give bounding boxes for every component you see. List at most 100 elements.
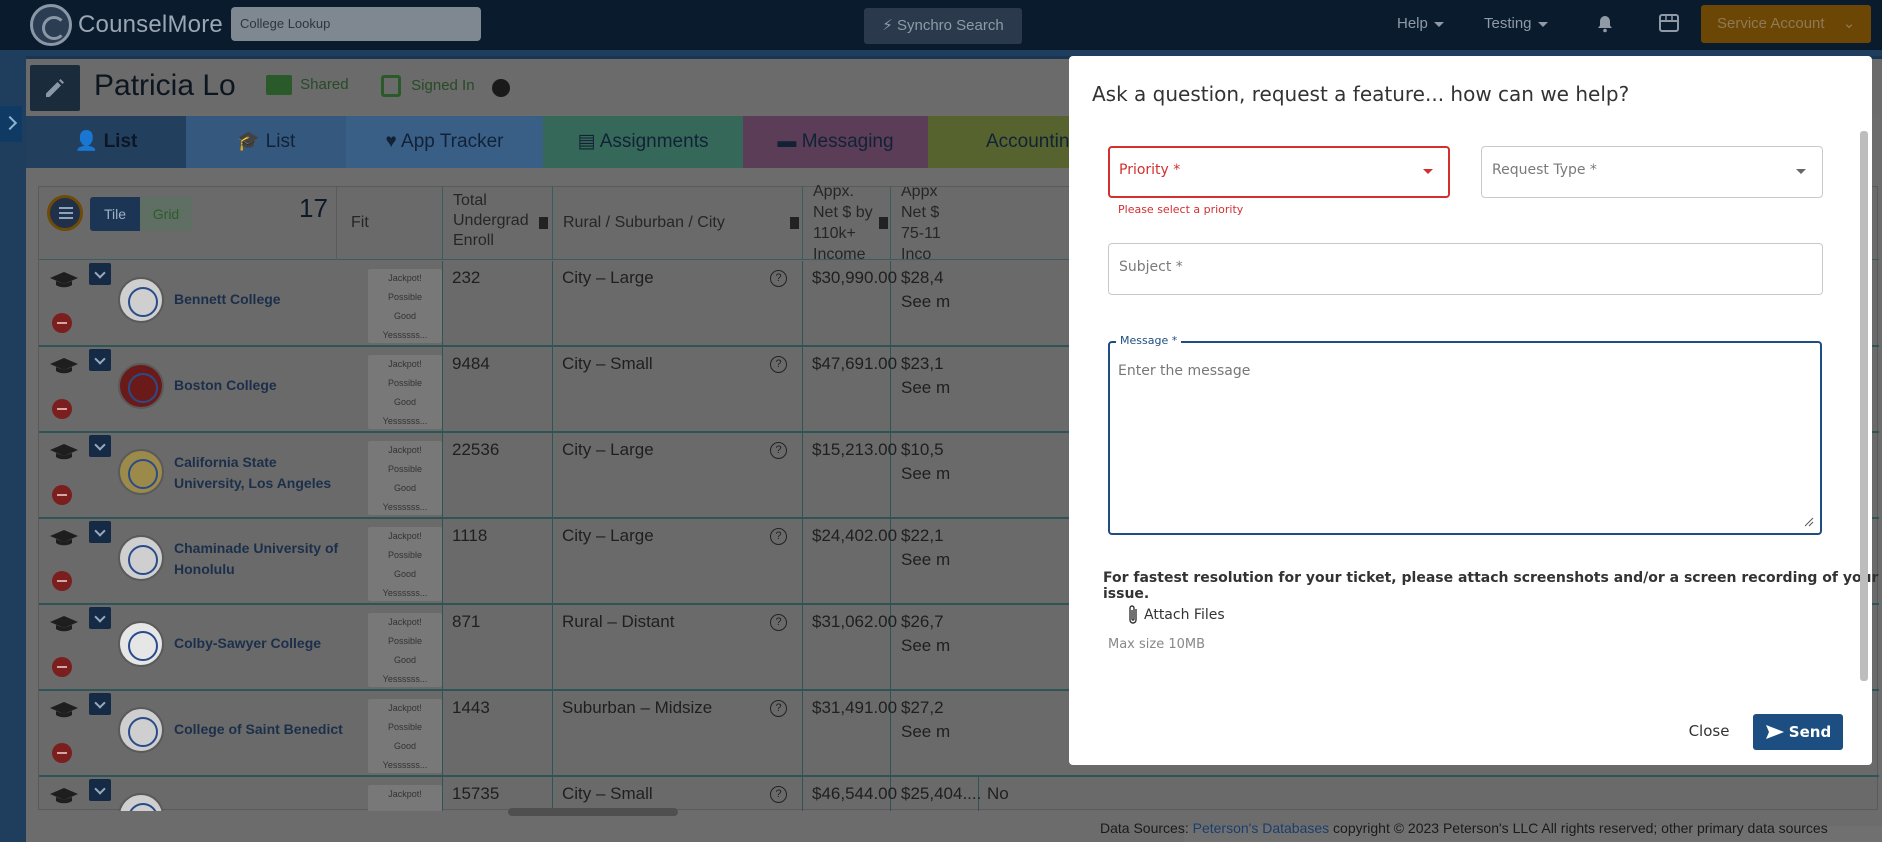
- menu-icon[interactable]: [47, 195, 83, 231]
- resize-handle-icon[interactable]: [1804, 517, 1814, 527]
- table-row[interactable]: Jackpot! 15735 City – Small ? $46,544.00…: [39, 777, 1879, 811]
- tab-list-primary[interactable]: 👤 List: [26, 116, 186, 168]
- college-name[interactable]: Colby-Sawyer College: [174, 633, 344, 654]
- fit-option: Yessssss...: [382, 502, 428, 512]
- service-account-button[interactable]: Service Account ⌄: [1701, 5, 1871, 43]
- expand-row-button[interactable]: [89, 521, 111, 543]
- grid-view-toggle[interactable]: Grid: [140, 197, 192, 231]
- folder-user-icon: [266, 75, 292, 95]
- pencil-icon: [46, 79, 64, 97]
- fit-selector[interactable]: Jackpot! Possible Good Yessssss...: [368, 269, 442, 343]
- fit-option: Jackpot!: [388, 359, 422, 369]
- college-lookup-input[interactable]: College Lookup: [231, 7, 481, 41]
- question-icon[interactable]: ?: [770, 270, 787, 287]
- graduation-cap-icon[interactable]: [49, 701, 79, 719]
- remove-college-button[interactable]: [52, 743, 72, 763]
- testing-menu[interactable]: Testing: [1484, 0, 1548, 50]
- horizontal-scrollbar[interactable]: [508, 808, 678, 816]
- question-icon[interactable]: ?: [770, 442, 787, 459]
- fit-option: Good: [393, 311, 417, 321]
- see-more-link[interactable]: See m: [901, 636, 950, 656]
- message-field[interactable]: Message * Enter the message: [1108, 334, 1822, 535]
- expand-row-button[interactable]: [89, 779, 111, 801]
- question-icon[interactable]: ?: [770, 356, 787, 373]
- graduation-cap-icon[interactable]: [49, 357, 79, 375]
- attach-files-button[interactable]: Attach Files: [1126, 603, 1225, 627]
- see-more-link[interactable]: See m: [901, 378, 950, 398]
- question-icon[interactable]: ?: [770, 614, 787, 631]
- trash-icon[interactable]: [790, 217, 799, 229]
- see-more-link[interactable]: See m: [901, 722, 950, 742]
- modal-scrollbar[interactable]: [1860, 131, 1868, 681]
- trash-icon[interactable]: [539, 217, 548, 229]
- signed-in-label: Signed In: [411, 76, 475, 94]
- store-icon[interactable]: [1659, 14, 1679, 32]
- stopwatch-icon[interactable]: [492, 79, 510, 97]
- enroll-value: 22536: [452, 440, 500, 459]
- enroll-column-header[interactable]: Total Undergrad Enroll: [442, 187, 552, 260]
- college-name[interactable]: College of Saint Benedict: [174, 719, 344, 740]
- tab-list[interactable]: 🎓 List: [186, 116, 346, 168]
- graduation-cap-icon[interactable]: [49, 271, 79, 289]
- priority-select[interactable]: Priority *: [1108, 146, 1450, 198]
- tile-view-toggle[interactable]: Tile: [90, 197, 140, 231]
- college-name[interactable]: California State University, Los Angeles: [174, 452, 344, 494]
- question-icon[interactable]: ?: [770, 786, 787, 803]
- tab-messaging[interactable]: ▬ Messaging: [743, 116, 928, 168]
- expand-row-button[interactable]: [89, 349, 111, 371]
- petersons-link[interactable]: Peterson's Databases: [1193, 820, 1330, 836]
- college-name[interactable]: Boston College: [174, 375, 344, 396]
- question-icon[interactable]: ?: [770, 700, 787, 717]
- graduation-cap-icon[interactable]: [49, 787, 79, 805]
- graduation-cap-icon[interactable]: [49, 615, 79, 633]
- question-icon[interactable]: ?: [770, 528, 787, 545]
- net110-column-header[interactable]: Appx. Net $ by 110k+ Income: [802, 183, 890, 263]
- signed-in-status[interactable]: Signed In: [381, 75, 475, 97]
- tab-app-tracker[interactable]: ♥ App Tracker: [346, 116, 543, 168]
- fit-selector[interactable]: Jackpot! Possible Good Yessssss...: [368, 441, 442, 515]
- fit-selector[interactable]: Jackpot! Possible Good Yessssss...: [368, 613, 442, 687]
- see-more-link[interactable]: See m: [901, 292, 950, 312]
- synchro-search-button[interactable]: ⚡ Synchro Search: [864, 8, 1022, 44]
- fit-selector[interactable]: Jackpot! Possible Good Yessssss...: [368, 699, 442, 773]
- fit-column-header[interactable]: Fit: [336, 187, 442, 260]
- shared-status[interactable]: Shared: [266, 75, 349, 95]
- expand-row-button[interactable]: [89, 263, 111, 285]
- expand-row-button[interactable]: [89, 607, 111, 629]
- expand-row-button[interactable]: [89, 693, 111, 715]
- message-placeholder: Enter the message: [1118, 363, 1251, 379]
- remove-college-button[interactable]: [52, 399, 72, 419]
- see-more-link[interactable]: See m: [901, 464, 950, 484]
- bell-icon[interactable]: [1596, 15, 1614, 33]
- subject-field[interactable]: Subject *: [1108, 243, 1823, 295]
- remove-college-button[interactable]: [52, 657, 72, 677]
- net75-column-header[interactable]: Appx Net $ 75-11 Inco: [890, 187, 950, 260]
- net110-value: $31,491.00: [812, 698, 898, 717]
- remove-college-button[interactable]: [52, 485, 72, 505]
- close-button[interactable]: Close: [1680, 714, 1738, 748]
- graduation-cap-icon[interactable]: [49, 529, 79, 547]
- message-icon: ▬: [777, 131, 802, 152]
- request-type-select[interactable]: Request Type *: [1481, 146, 1823, 198]
- graduation-cap-icon[interactable]: [49, 443, 79, 461]
- fit-selector[interactable]: Jackpot! Possible Good Yessssss...: [368, 527, 442, 601]
- brand-logo[interactable]: CounselMore: [30, 4, 223, 46]
- sidebar-toggle[interactable]: [0, 106, 22, 142]
- synchro-search-label: Synchro Search: [896, 17, 1004, 34]
- expand-row-button[interactable]: [89, 435, 111, 457]
- send-icon: [1765, 725, 1784, 739]
- trash-icon[interactable]: [879, 217, 888, 229]
- service-account-label: Service Account: [1717, 15, 1825, 32]
- edit-student-button[interactable]: [30, 65, 80, 111]
- college-name[interactable]: Bennett College: [174, 289, 344, 310]
- rural-column-header[interactable]: Rural / Suburban / City: [552, 187, 802, 260]
- fit-selector[interactable]: Jackpot! Possible Good Yessssss...: [368, 355, 442, 429]
- remove-college-button[interactable]: [52, 571, 72, 591]
- fit-selector[interactable]: Jackpot!: [368, 785, 442, 811]
- college-name[interactable]: Chaminade University of Honolulu: [174, 538, 344, 580]
- tab-assignments[interactable]: ▤ Assignments: [543, 116, 743, 168]
- remove-college-button[interactable]: [52, 313, 72, 333]
- help-menu[interactable]: Help: [1397, 0, 1444, 50]
- send-button[interactable]: Send: [1753, 714, 1843, 750]
- see-more-link[interactable]: See m: [901, 550, 950, 570]
